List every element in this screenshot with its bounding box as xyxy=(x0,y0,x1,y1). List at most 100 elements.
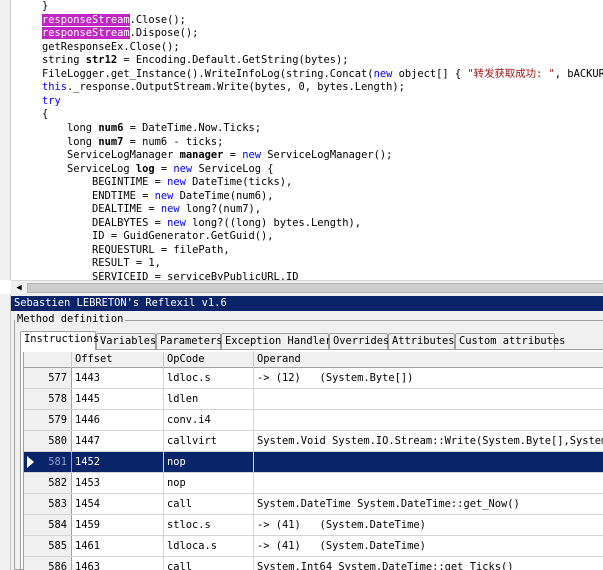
code-line: try xyxy=(42,95,61,108)
offset-cell[interactable]: 1445 xyxy=(72,389,164,409)
table-row[interactable]: 586 1463 call System.Int64 System.DateTime:… xyxy=(24,557,603,570)
code-line: } xyxy=(42,0,48,13)
offset-cell[interactable]: 1459 xyxy=(72,515,164,535)
row-index[interactable]: 585 xyxy=(24,536,72,556)
offset-cell[interactable]: 1443 xyxy=(72,368,164,388)
code-token: DEALBYTES = xyxy=(42,216,168,229)
row-index[interactable]: 584 xyxy=(24,515,72,535)
operand-cell[interactable]: -> (41) (System.DateTime) xyxy=(254,515,603,535)
opcode-cell[interactable]: call xyxy=(164,494,254,514)
table-row[interactable]: 585 1461 ldloca.s -> (41) (System.DateTime) xyxy=(24,536,603,557)
tab-custom-attributes[interactable]: Custom attributes xyxy=(455,333,565,350)
operand-cell[interactable] xyxy=(254,452,603,472)
table-row[interactable]: 581 1452 nop xyxy=(24,452,603,473)
group-label: Method definition xyxy=(15,313,126,325)
code-token: new xyxy=(373,67,393,80)
table-row[interactable]: 582 1453 nop xyxy=(24,473,603,494)
code-line: DEALBYTES = new long?((long) bytes.Lengt… xyxy=(42,217,361,230)
row-index[interactable]: 583 xyxy=(24,494,72,514)
scroll-left-arrow-icon[interactable]: ◀ xyxy=(13,282,25,294)
code-line: this._response.OutputStream.Write(bytes,… xyxy=(42,81,405,94)
column-header-offset[interactable]: Offset xyxy=(72,352,164,368)
current-row-arrow-icon xyxy=(27,456,34,468)
code-token: long xyxy=(42,135,99,148)
operand-cell[interactable]: System.Int64 System.DateTime::get_Ticks(… xyxy=(254,557,603,570)
code-token: responseStream xyxy=(42,27,130,40)
code-view[interactable]: } responseStream.Close(); responseStream.D… xyxy=(0,0,603,280)
code-token: new xyxy=(173,162,193,175)
operand-cell[interactable]: System.Void System.IO.Stream::Write(Syst… xyxy=(254,431,603,451)
operand-cell[interactable]: System.DateTime System.DateTime::get_Now… xyxy=(254,494,603,514)
row-index[interactable]: 577 xyxy=(24,368,72,388)
offset-cell[interactable]: 1453 xyxy=(72,473,164,493)
table-row[interactable]: 579 1446 conv.i4 xyxy=(24,410,603,431)
opcode-cell[interactable]: stloc.s xyxy=(164,515,254,535)
code-token: new xyxy=(160,203,180,216)
code-token: num6 xyxy=(98,121,124,134)
row-index[interactable]: 580 xyxy=(24,431,72,451)
code-token: { xyxy=(42,108,49,121)
operand-cell[interactable] xyxy=(254,410,603,430)
code-token: = DateTime.Now.Ticks; xyxy=(123,121,261,134)
code-token: SERVICEID = serviceByPublicURL.ID xyxy=(42,271,299,280)
code-token: ServiceLog xyxy=(42,162,136,175)
code-token: str12 xyxy=(85,54,118,67)
operand-cell[interactable]: -> (12) (System.Byte[]) xyxy=(254,368,603,388)
row-index[interactable]: 578 xyxy=(24,389,72,409)
opcode-cell[interactable]: conv.i4 xyxy=(164,410,254,430)
code-line: getResponseEx.Close(); xyxy=(42,41,180,54)
operand-cell[interactable] xyxy=(254,389,603,409)
opcode-cell[interactable]: nop xyxy=(164,473,254,493)
code-token: DateTime(ticks), xyxy=(185,176,293,189)
tab-overrides[interactable]: Overrides xyxy=(329,333,389,350)
code-token: ._response.OutputStream.Write(bytes, 0, … xyxy=(67,81,405,94)
row-index[interactable]: 586 xyxy=(24,557,72,570)
row-index[interactable]: 579 xyxy=(24,410,72,430)
table-row[interactable]: 583 1454 call System.DateTime System.DateTi… xyxy=(24,494,603,515)
offset-cell[interactable]: 1454 xyxy=(72,494,164,514)
offset-cell[interactable]: 1463 xyxy=(72,557,164,570)
code-line: ID = GuidGenerator.GetGuid(), xyxy=(42,230,273,243)
column-header-operand[interactable]: Operand xyxy=(254,352,603,368)
code-token: try xyxy=(42,94,61,107)
tab-exception-handlers[interactable]: Exception Handlers xyxy=(221,333,338,350)
code-token: new xyxy=(242,149,261,162)
opcode-cell[interactable]: ldloc.s xyxy=(164,368,254,388)
offset-cell[interactable]: 1452 xyxy=(72,452,164,472)
tab-attributes[interactable]: Attributes xyxy=(388,333,455,350)
scrollbar-thumb[interactable] xyxy=(27,283,603,293)
code-line: { xyxy=(42,108,48,121)
code-token: long?((long) bytes.Length), xyxy=(185,216,362,229)
offset-cell[interactable]: 1446 xyxy=(72,410,164,430)
tab-parameters[interactable]: Parameters xyxy=(156,333,223,350)
panel-title: Sebastien LEBRETON's Reflexil v1.6 xyxy=(11,296,603,311)
table-row[interactable]: 584 1459 stloc.s -> (41) (System.DateTime) xyxy=(24,515,603,536)
code-token: } xyxy=(42,0,49,12)
row-index[interactable]: 582 xyxy=(24,473,72,493)
offset-cell[interactable]: 1461 xyxy=(72,536,164,556)
code-token: .Close(); xyxy=(129,13,186,26)
tab-instructions[interactable]: Instructions xyxy=(20,331,99,350)
horizontal-scrollbar[interactable]: ◀ xyxy=(11,280,603,294)
opcode-cell[interactable]: callvirt xyxy=(164,431,254,451)
opcode-cell[interactable]: ldlen xyxy=(164,389,254,409)
code-token: REQUESTURL = filePath, xyxy=(42,243,230,256)
operand-cell[interactable] xyxy=(254,473,603,493)
code-token: ID = GuidGenerator.GetGuid(), xyxy=(42,230,274,243)
opcode-cell[interactable]: call xyxy=(164,557,254,570)
operand-cell[interactable]: -> (41) (System.DateTime) xyxy=(254,536,603,556)
table-row[interactable]: 577 1443 ldloc.s -> (12) (System.Byte[]) xyxy=(24,368,603,389)
opcode-cell[interactable]: ldloca.s xyxy=(164,536,254,556)
column-header-opcode[interactable]: OpCode xyxy=(164,352,254,368)
code-token: ServiceLogManager(); xyxy=(261,149,393,162)
grid-header: Offset OpCode Operand xyxy=(24,352,603,368)
tab-variables[interactable]: Variables xyxy=(96,333,156,350)
opcode-cell[interactable]: nop xyxy=(164,452,254,472)
table-row[interactable]: 578 1445 ldlen xyxy=(24,389,603,410)
code-line: BEGINTIME = new DateTime(ticks), xyxy=(42,176,292,189)
offset-cell[interactable]: 1447 xyxy=(72,431,164,451)
side-strip xyxy=(0,294,11,570)
code-line: REQUESTURL = filePath, xyxy=(42,244,230,257)
code-token: long xyxy=(42,121,99,134)
table-row[interactable]: 580 1447 callvirt System.Void System.IO.Str… xyxy=(24,431,603,452)
